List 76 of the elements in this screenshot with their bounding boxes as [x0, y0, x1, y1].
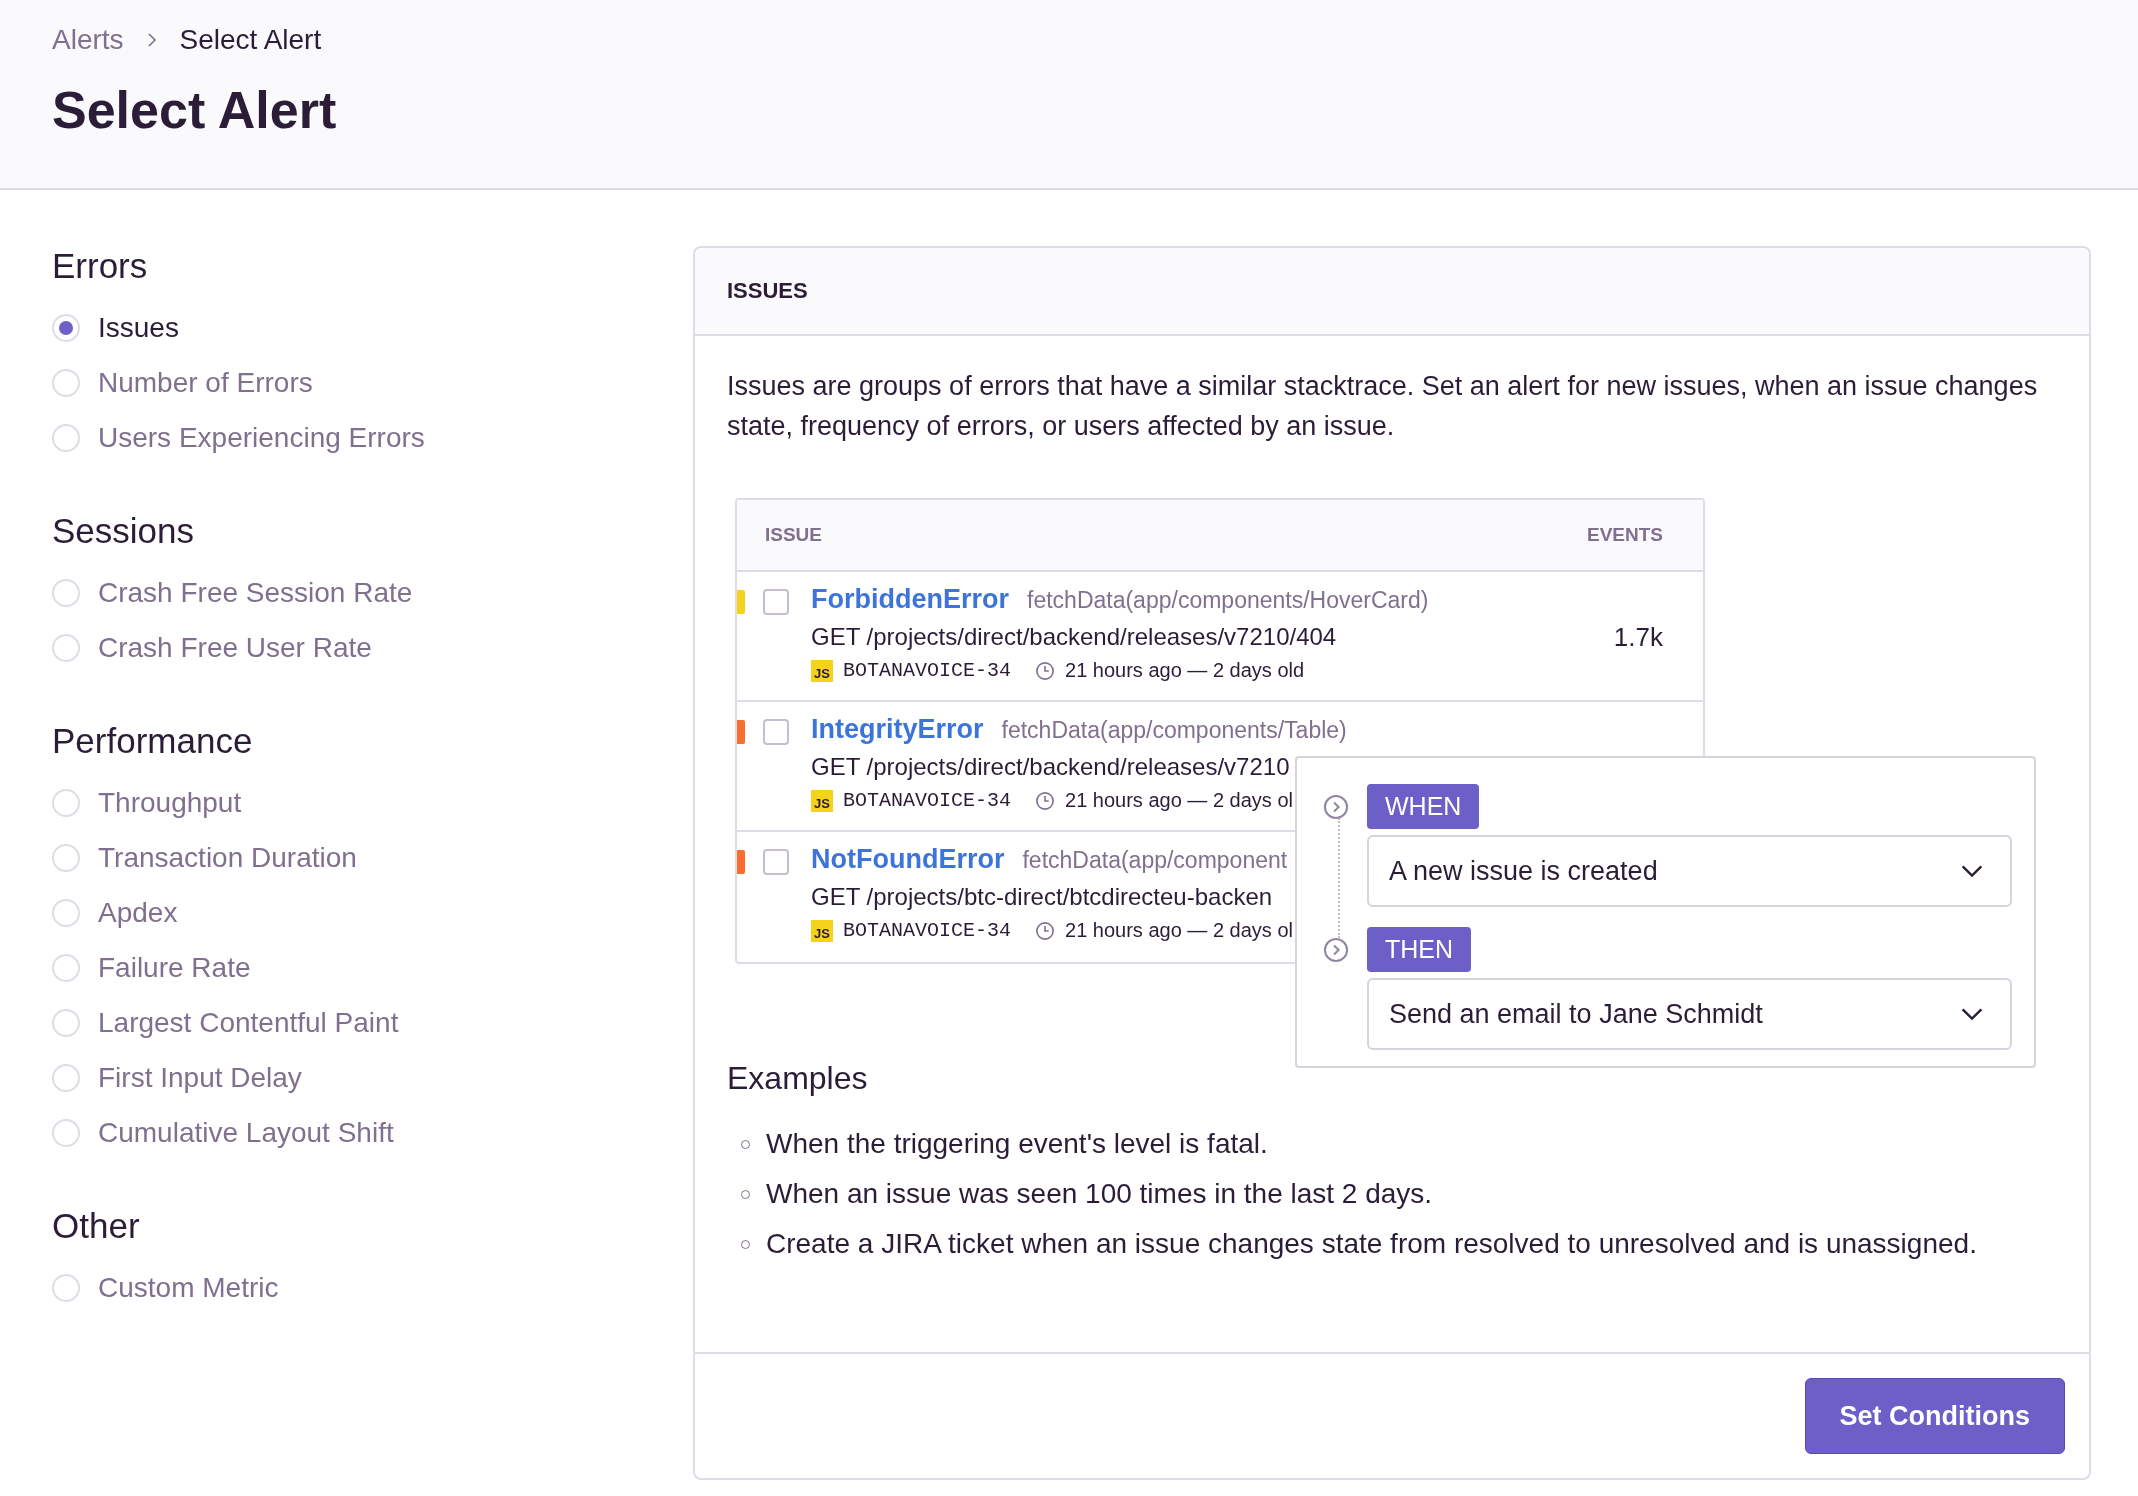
radio-button[interactable]: [52, 368, 80, 397]
section-heading: Examples: [727, 1060, 869, 1097]
radio-button[interactable]: [52, 1273, 80, 1302]
option-label[interactable]: Number of Errors: [98, 366, 313, 399]
culprit-text: fetchData(app/components/HoverCard): [1027, 587, 1429, 614]
breadcrumb-link[interactable]: Alerts: [52, 24, 124, 56]
chevron-circle-icon: [1323, 794, 1349, 820]
option-label[interactable]: Custom Metric: [98, 1271, 279, 1304]
short-id: BOTANAVOICE-34: [843, 789, 1012, 812]
short-id: BOTANAVOICE-34: [843, 659, 1012, 682]
culprit-text: fetchData(app/component: [1022, 847, 1288, 874]
checkbox[interactable]: [763, 719, 789, 745]
example-text: Create a JIRA ticket when an issue changes state from resolved to unresolved and is unassigned.: [766, 1228, 1977, 1260]
culprit-text: fetchData(app/components/Table): [1001, 717, 1347, 744]
page-title: Select Alert: [52, 80, 338, 140]
option-label[interactable]: Failure Rate: [98, 951, 251, 984]
clock-icon: [1035, 920, 1056, 941]
issue-title-link[interactable]: IntegrityError: [811, 714, 984, 745]
issue-message: GET /projects/direct/backend/releases/v7210: [811, 753, 1291, 781]
chevron-down-icon: [1960, 864, 1984, 878]
panel-title: ISSUES: [727, 278, 808, 303]
option-label[interactable]: Cumulative Layout Shift: [98, 1116, 394, 1149]
radio-button[interactable]: [52, 578, 80, 607]
select-field[interactable]: A new issue is created: [1367, 835, 2012, 907]
radio-button[interactable]: [52, 633, 80, 662]
radio-button[interactable]: [52, 1118, 80, 1147]
column-header: ISSUE: [765, 524, 823, 546]
event-count: 1.7k: [1613, 622, 1663, 653]
issue-title-link[interactable]: ForbiddenError: [811, 584, 1009, 615]
option-label[interactable]: Crash Free User Rate: [98, 631, 372, 664]
radio-button[interactable]: [52, 788, 80, 817]
select-value: A new issue is created: [1389, 855, 1658, 887]
radio-button[interactable]: [52, 313, 80, 342]
radio-button[interactable]: [52, 843, 80, 872]
example-text: When the triggering event's level is fatal.: [766, 1128, 1268, 1160]
checkbox[interactable]: [763, 849, 789, 875]
option-label[interactable]: Largest Contentful Paint: [98, 1006, 399, 1039]
example-text: When an issue was seen 100 times in the last 2 days.: [766, 1178, 1433, 1210]
select-field[interactable]: Send an email to Jane Schmidt: [1367, 978, 2012, 1050]
section-heading: Performance: [52, 721, 254, 761]
set-conditions-button[interactable]: Set Conditions: [1804, 1378, 2065, 1454]
issue-message: GET /projects/direct/backend/releases/v7210/404: [811, 623, 1338, 651]
radio-button[interactable]: [52, 1063, 80, 1092]
clock-icon: [1035, 660, 1056, 681]
option-label[interactable]: Throughput: [98, 786, 242, 819]
option-label[interactable]: Issues: [98, 311, 179, 344]
section-heading: Other: [52, 1206, 141, 1246]
radio-button[interactable]: [52, 898, 80, 927]
age-text: 21 hours ago — 2 days ol: [1065, 919, 1293, 942]
step-tag: THEN: [1367, 927, 1472, 972]
age-text: 21 hours ago — 2 days old: [1065, 659, 1305, 682]
section-heading: Sessions: [52, 511, 196, 551]
step-tag: WHEN: [1367, 784, 1480, 829]
age-text: 21 hours ago — 2 days ol: [1065, 789, 1293, 812]
description-text: Issues are groups of errors that have a similar stacktrace. Set an alert for new issues, when an issue changes state, frequency of errors, or users affected by an issue.: [727, 370, 2039, 443]
issue-title-link[interactable]: NotFoundError: [811, 844, 1005, 875]
select-value: Send an email to Jane Schmidt: [1389, 998, 1763, 1030]
platform-badge: JS: [811, 919, 833, 942]
radio-button[interactable]: [52, 423, 80, 452]
checkbox[interactable]: [763, 589, 789, 615]
radio-button[interactable]: [52, 953, 80, 982]
option-label[interactable]: Users Experiencing Errors: [98, 421, 425, 454]
chevron-down-icon: [1960, 1007, 1984, 1021]
radio-button[interactable]: [52, 1008, 80, 1037]
option-label[interactable]: Transaction Duration: [98, 841, 357, 874]
clock-icon: [1035, 790, 1056, 811]
platform-badge: JS: [811, 789, 833, 812]
column-header: EVENTS: [1586, 524, 1663, 546]
short-id: BOTANAVOICE-34: [843, 919, 1012, 942]
issue-message: GET /projects/btc-direct/btcdirecteu-backen: [811, 883, 1274, 911]
option-label[interactable]: Apdex: [98, 896, 178, 929]
section-heading: Errors: [52, 246, 149, 286]
chevron-circle-icon: [1323, 937, 1349, 963]
option-label[interactable]: Crash Free Session Rate: [98, 576, 413, 609]
option-label[interactable]: First Input Delay: [98, 1061, 302, 1094]
platform-badge: JS: [811, 659, 833, 682]
